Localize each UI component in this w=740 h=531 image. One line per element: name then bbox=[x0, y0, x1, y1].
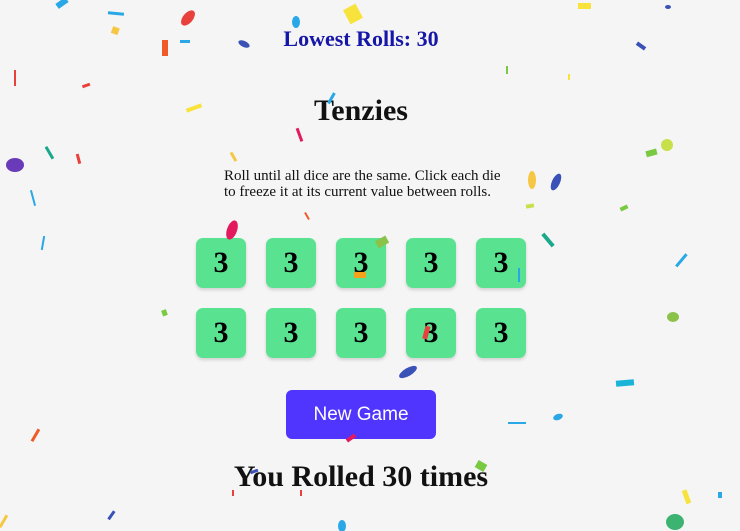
die[interactable]: 3 bbox=[196, 308, 246, 358]
lowest-rolls-label: Lowest Rolls: 30 bbox=[283, 26, 439, 51]
dice-grid: 3 3 3 3 3 3 3 3 3 3 bbox=[196, 238, 526, 358]
die[interactable]: 3 bbox=[476, 238, 526, 288]
new-game-button[interactable]: New Game bbox=[286, 390, 436, 439]
die[interactable]: 3 bbox=[336, 308, 386, 358]
die[interactable]: 3 bbox=[266, 238, 316, 288]
game-instructions: Roll until all dice are the same. Click … bbox=[224, 168, 501, 200]
die[interactable]: 3 bbox=[476, 308, 526, 358]
die[interactable]: 3 bbox=[196, 238, 246, 288]
die[interactable]: 3 bbox=[406, 308, 456, 358]
die[interactable]: 3 bbox=[406, 238, 456, 288]
die[interactable]: 3 bbox=[266, 308, 316, 358]
die[interactable]: 3 bbox=[336, 238, 386, 288]
game-title: Tenzies bbox=[314, 94, 408, 127]
rolled-count-text: You Rolled 30 times bbox=[233, 460, 489, 493]
